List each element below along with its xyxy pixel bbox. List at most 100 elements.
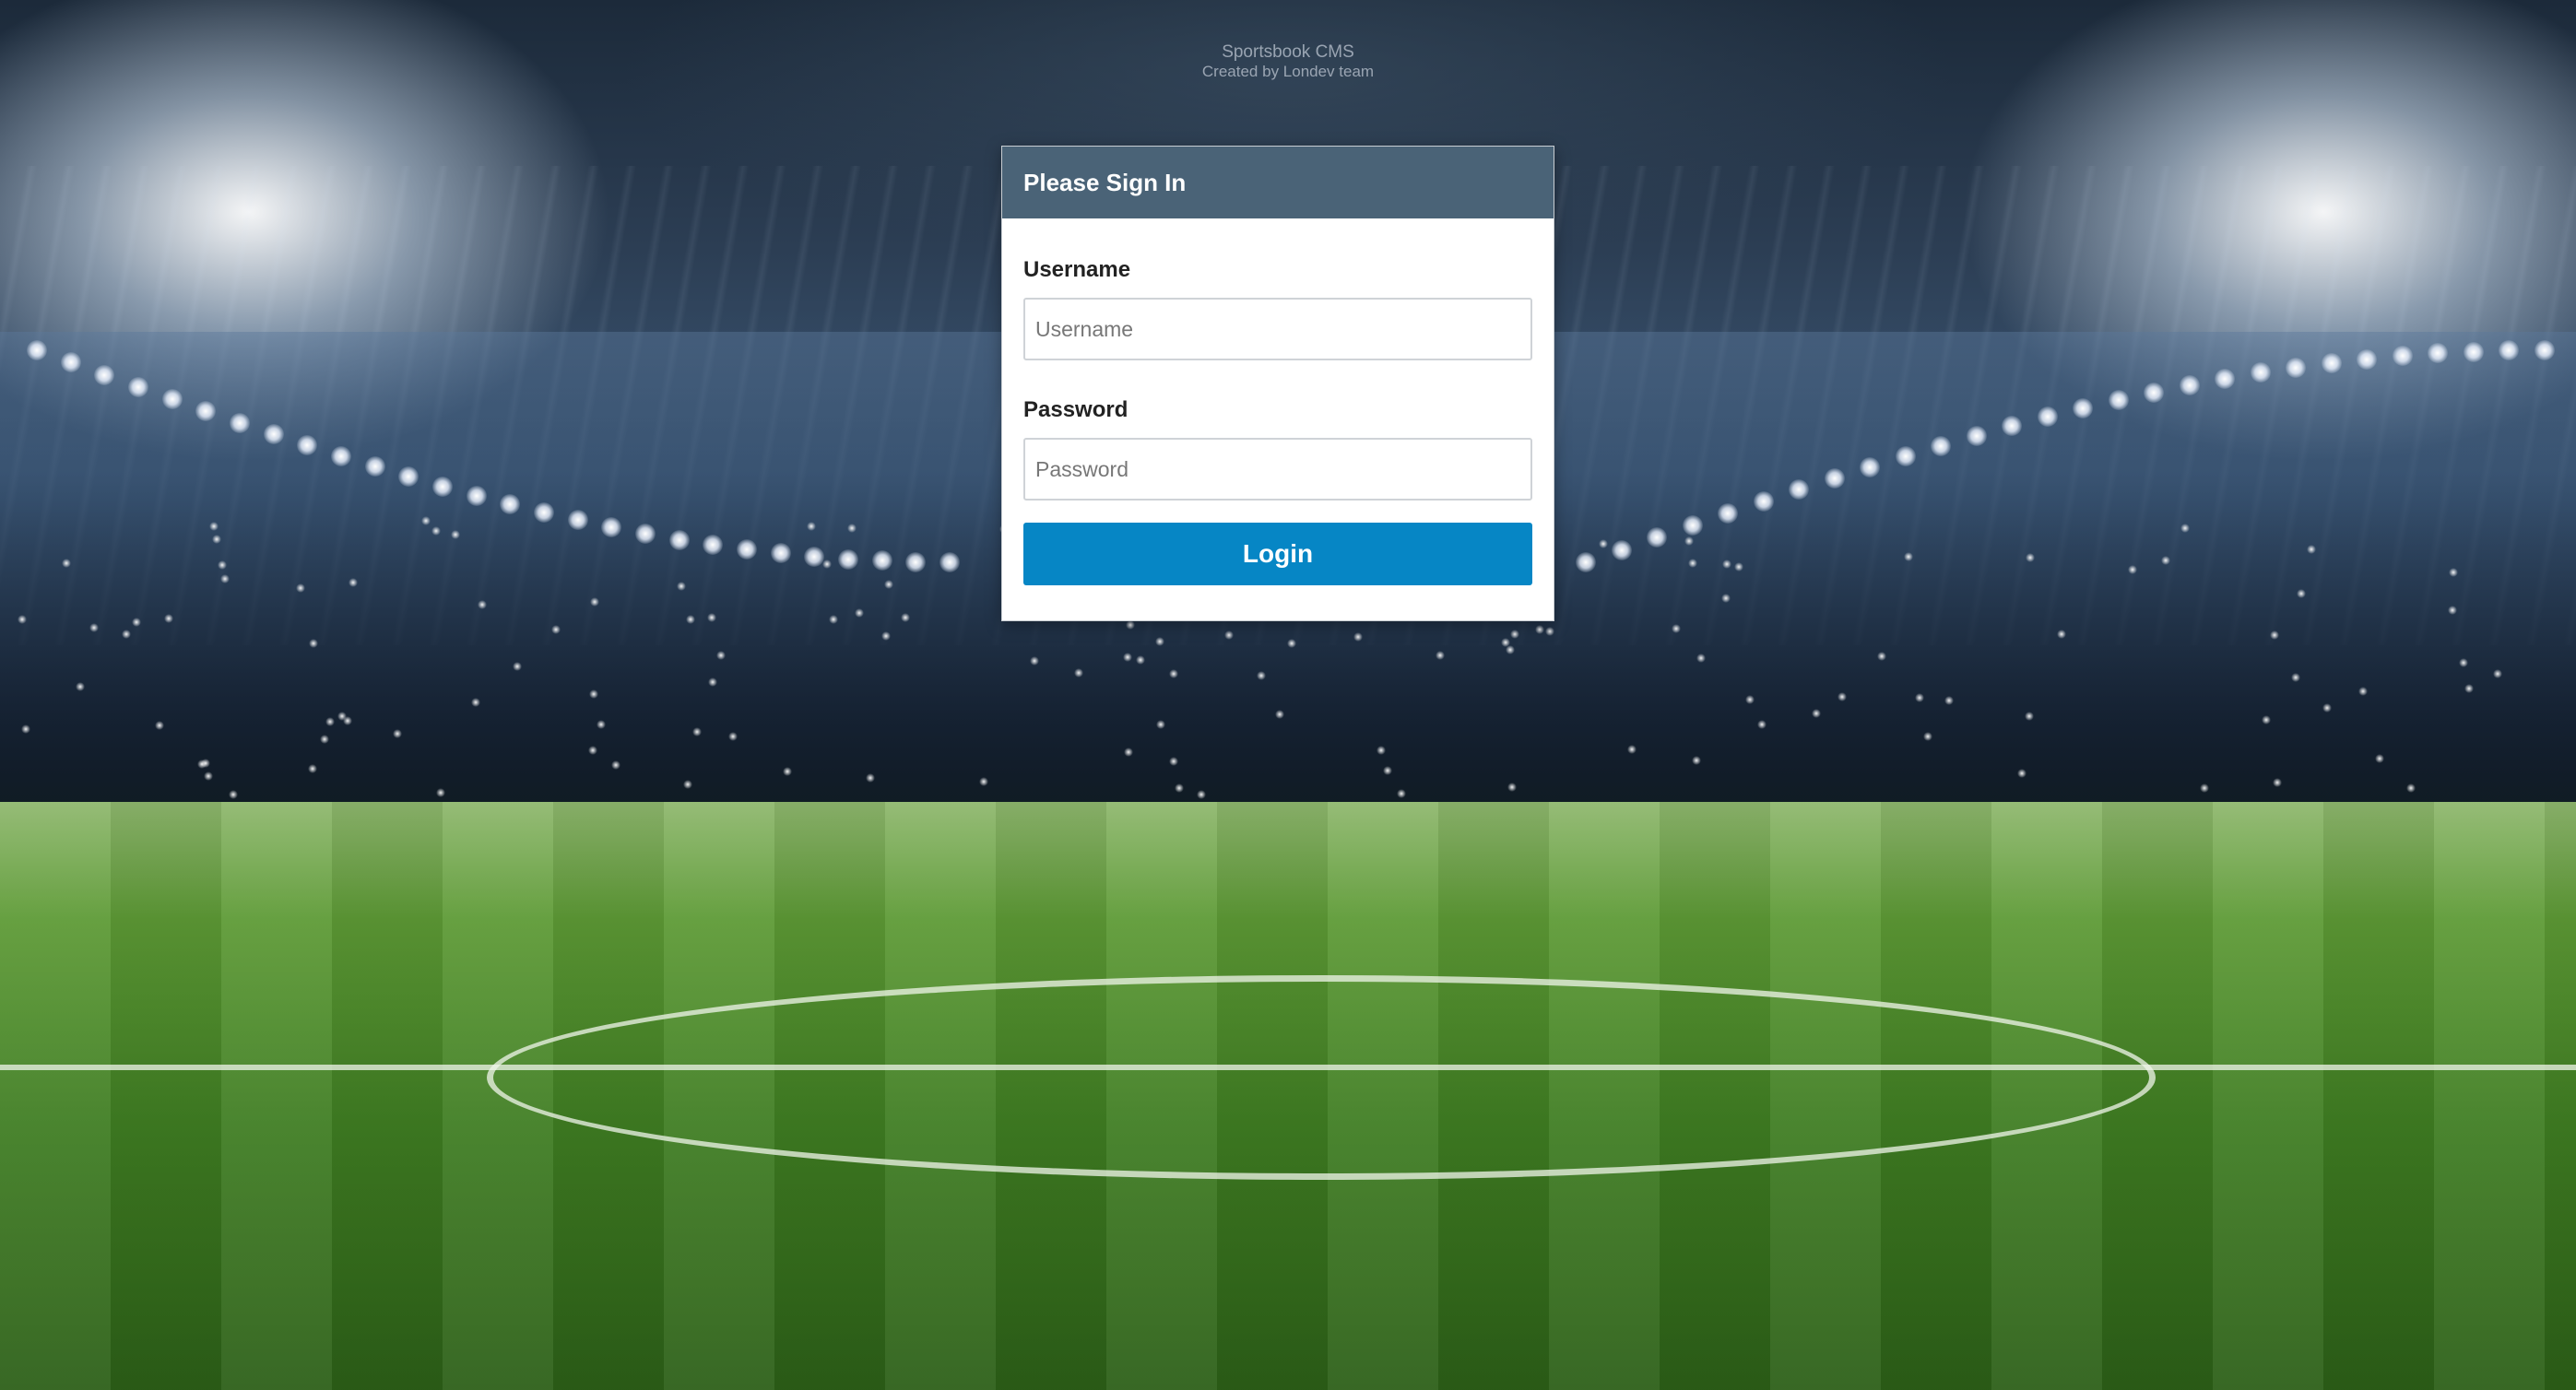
crowd-sparkle [611,760,620,770]
crowd-sparkle [2025,712,2034,721]
stand-light [567,510,588,531]
stand-light [161,389,183,410]
password-label: Password [1023,397,1128,422]
crowd-sparkle [122,630,131,639]
crowd-sparkle [1688,559,1697,568]
crowd-sparkle [1353,632,1363,642]
crowd-sparkle [1169,669,1178,678]
crowd-sparkle [588,746,597,755]
crowd-sparkle [1197,790,1206,799]
crowd-sparkle [1510,630,1519,639]
stand-light [331,446,351,466]
crowd-sparkle [325,717,335,726]
login-form: Username Password Login [1002,255,1554,585]
stand-light [635,524,656,545]
stand-light [1611,539,1632,560]
stadium-background: Sportsbook CMS Created by Londev team Pl… [0,0,2576,1390]
stand-light [1753,491,1774,512]
crowd-sparkle [1545,627,1554,636]
stand-light [2286,357,2307,378]
crowd-sparkle [1722,560,1731,569]
stand-light [94,364,115,385]
crowd-sparkle [218,560,227,570]
crowd-sparkle [1812,709,1821,718]
stand-light [838,548,858,570]
stand-light [770,543,791,564]
app-caption: Sportsbook CMS Created by Londev team [0,42,2576,81]
crowd-sparkle [1599,539,1608,548]
crowd-sparkle [164,614,173,623]
crowd-sparkle [847,524,857,533]
crowd-sparkle [393,729,402,738]
login-button[interactable]: Login [1023,523,1532,585]
crowd-sparkle [1383,766,1392,775]
crowd-sparkle [18,615,27,624]
crowd-sparkle [212,535,221,544]
crowd-sparkle [589,689,598,699]
stand-light [1895,446,1916,466]
stand-light [2179,374,2200,395]
crowd-sparkle [686,615,695,624]
stand-light [263,424,284,445]
crowd-sparkle [692,727,702,736]
stand-light [2392,346,2413,367]
crowd-sparkle [1126,620,1135,630]
crowd-sparkle [1507,783,1517,792]
crowd-sparkle [783,767,792,776]
crowd-sparkle [1287,639,1296,648]
crowd-sparkle [2375,754,2384,763]
stand-light [2535,340,2555,360]
username-input[interactable] [1023,298,1532,360]
crowd-sparkle [2057,630,2066,639]
stand-light [60,352,81,373]
crowd-sparkle [209,522,219,531]
crowd-sparkle [1506,645,1515,654]
crowd-sparkle [421,516,431,525]
crowd-sparkle [1275,710,1284,719]
crowd-sparkle [881,631,891,641]
crowd-sparkle [308,764,317,773]
stand-light [27,340,47,360]
crowd-sparkle [2270,630,2279,640]
crowd-sparkle [229,790,238,799]
crowd-sparkle [1837,692,1847,701]
crowd-sparkle [708,677,717,687]
stand-light [432,476,453,497]
crowd-sparkle [683,780,692,789]
crowd-sparkle [855,608,864,618]
stand-light [737,539,757,560]
stand-light [1966,425,1987,446]
crowd-sparkle [2291,673,2300,682]
crowd-sparkle [590,597,599,607]
crowd-sparkle [822,560,832,569]
crowd-sparkle [2406,783,2416,793]
crowd-sparkle [829,615,838,624]
stand-light [2321,352,2342,373]
password-input[interactable] [1023,438,1532,501]
stand-light [1860,456,1881,477]
crowd-sparkle [1944,696,1954,705]
crowd-sparkle [866,773,875,783]
stand-light [1682,515,1703,536]
stand-light [128,376,148,397]
crowd-sparkle [1397,789,1406,798]
crowd-sparkle [1436,651,1445,660]
crowd-sparkle [1721,594,1731,603]
stand-light [939,552,960,572]
crowd-sparkle [220,574,230,583]
crowd-sparkle [309,639,318,648]
stand-light [1576,552,1596,572]
crowd-sparkle [1877,652,1886,661]
crowd-sparkle [436,788,445,797]
login-panel: Please Sign In Username Password Login [1001,146,1554,621]
stand-light [1931,435,1952,456]
crowd-sparkle [132,618,141,627]
stand-light [2037,406,2058,428]
crowd-sparkle [1672,624,1681,633]
app-credit: Created by Londev team [1201,63,1375,80]
crowd-sparkle [1696,654,1706,663]
crowd-sparkle [2017,769,2027,778]
crowd-sparkle [471,698,480,707]
crowd-sparkle [1692,756,1701,765]
crowd-sparkle [349,578,358,587]
